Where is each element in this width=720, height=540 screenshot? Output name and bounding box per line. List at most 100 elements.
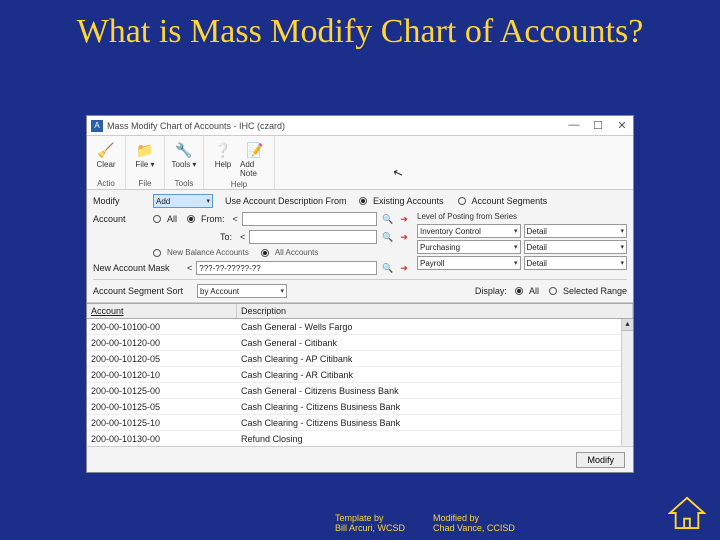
home-icon[interactable] — [668, 496, 706, 530]
modify-label: Modify — [93, 196, 149, 206]
radio-from[interactable] — [187, 215, 195, 223]
lookup-icon[interactable]: 🔍 — [381, 232, 395, 243]
modify-dropdown[interactable]: Add ▾ — [153, 194, 213, 208]
cell-account: 200-00-10125-05 — [87, 402, 237, 412]
titlebar[interactable]: A Mass Modify Chart of Accounts - IHC (c… — [87, 116, 633, 136]
table-row[interactable]: 200-00-10130-00Refund Closing — [87, 431, 633, 446]
add-note-button[interactable]: 📝 Add Note — [240, 138, 270, 180]
ribbon-btn-label: Help — [215, 160, 231, 169]
posting-level-0[interactable]: Detail▾ — [524, 224, 628, 238]
close-btn[interactable]: ✕ — [615, 119, 629, 132]
lookup-icon[interactable]: 🔍 — [381, 263, 395, 274]
from-label: From: — [201, 214, 225, 224]
table-row[interactable]: 200-00-10125-10Cash Clearing - Citizens … — [87, 415, 633, 431]
ribbon-btn-label: Clear — [96, 160, 115, 169]
table-row[interactable]: 200-00-10120-05Cash Clearing - AP Citiba… — [87, 351, 633, 367]
help-button[interactable]: ❔ Help — [208, 138, 238, 180]
radio-all[interactable] — [153, 215, 161, 223]
from-account-field[interactable] — [242, 212, 377, 226]
help-icon: ❔ — [213, 140, 233, 160]
arrow-right-icon[interactable]: ➜ — [397, 214, 411, 225]
clear-icon: 🧹 — [96, 140, 116, 160]
table-row[interactable]: 200-00-10120-10Cash Clearing - AR Citiba… — [87, 367, 633, 383]
lookup-icon[interactable]: 🔍 — [381, 214, 395, 225]
modify-button[interactable]: Modify — [576, 452, 625, 468]
display-label: Display: — [475, 286, 507, 296]
posting-title: Level of Posting from Series — [417, 212, 627, 221]
table-row[interactable]: 200-00-10125-05Cash Clearing - Citizens … — [87, 399, 633, 415]
posting-level-1[interactable]: Detail▾ — [524, 240, 628, 254]
accounts-table: Account Description 200-00-10100-00Cash … — [87, 303, 633, 446]
ribbon-btn-label: File ▾ — [135, 160, 154, 169]
cell-description: Cash Clearing - AP Citibank — [237, 354, 633, 364]
account-label: Account — [93, 214, 149, 224]
note-icon: 📝 — [245, 140, 265, 160]
mask-label: New Account Mask — [93, 263, 183, 273]
ribbon-group-label: Tools — [175, 179, 194, 188]
restrict-all-label: All Accounts — [275, 248, 319, 257]
sort-dropdown[interactable]: by Account▾ — [197, 284, 287, 298]
folder-icon: 📁 — [135, 140, 155, 160]
table-row[interactable]: 200-00-10100-00Cash General - Wells Farg… — [87, 319, 633, 335]
sort-value: by Account — [200, 287, 239, 296]
radio-existing[interactable] — [359, 197, 367, 205]
minimize-btn[interactable]: — — [567, 119, 581, 132]
cell-description: Cash General - Wells Fargo — [237, 322, 633, 332]
opt-segments-label: Account Segments — [472, 196, 548, 206]
use-desc-label: Use Account Description From — [225, 196, 355, 206]
opt-existing-label: Existing Accounts — [373, 196, 444, 206]
ribbon-group-label: Actio — [97, 179, 115, 188]
cell-account: 200-00-10100-00 — [87, 322, 237, 332]
modified-by-name: Chad Vance, CCISD — [433, 524, 515, 534]
table-row[interactable]: 200-00-10125-00Cash General - Citizens B… — [87, 383, 633, 399]
ribbon-group-label: Help — [231, 180, 247, 189]
mask-field[interactable]: ???-??-?????-?? — [196, 261, 377, 275]
radio-segments[interactable] — [458, 197, 466, 205]
window-title: Mass Modify Chart of Accounts - IHC (cza… — [107, 121, 567, 131]
table-row[interactable]: 200-00-10120-00Cash General - Citibank — [87, 335, 633, 351]
file-button[interactable]: 📁 File ▾ — [130, 138, 160, 171]
cell-description: Refund Closing — [237, 434, 633, 444]
app-icon: A — [91, 120, 103, 132]
posting-series-0[interactable]: Inventory Control▾ — [417, 224, 521, 238]
modify-value: Add — [156, 197, 170, 206]
display-all-label: All — [529, 286, 539, 296]
chevron-down-icon: ▾ — [206, 197, 210, 205]
sort-label: Account Segment Sort — [93, 286, 193, 296]
ribbon-btn-label: Add Note — [240, 160, 270, 178]
posting-series-1[interactable]: Purchasing▾ — [417, 240, 521, 254]
tools-button[interactable]: 🔧 Tools ▾ — [169, 138, 199, 171]
cell-description: Cash General - Citizens Business Bank — [237, 386, 633, 396]
radio-display-selected[interactable] — [549, 287, 557, 295]
col-description[interactable]: Description — [237, 304, 633, 318]
cell-account: 200-00-10130-00 — [87, 434, 237, 444]
to-label: To: — [220, 232, 232, 242]
cell-account: 200-00-10125-10 — [87, 418, 237, 428]
arrow-right-icon[interactable]: ➜ — [397, 232, 411, 243]
scroll-up-icon[interactable]: ▴ — [622, 319, 633, 331]
posting-level-2[interactable]: Detail▾ — [524, 256, 628, 270]
template-by-name: Bill Arcuri, WCSD — [335, 524, 405, 534]
cell-description: Cash General - Citibank — [237, 338, 633, 348]
scrollbar[interactable]: ▴ — [621, 319, 633, 446]
posting-panel: Level of Posting from Series Inventory C… — [417, 212, 627, 275]
slide-title: What is Mass Modify Chart of Accounts? — [0, 0, 720, 59]
posting-series-2[interactable]: Payroll▾ — [417, 256, 521, 270]
ribbon: 🧹 Clear Actio 📁 File ▾ File 🔧 Tools ▾ — [87, 136, 633, 190]
cell-account: 200-00-10120-05 — [87, 354, 237, 364]
cell-account: 200-00-10120-10 — [87, 370, 237, 380]
maximize-btn[interactable]: ☐ — [591, 119, 605, 132]
clear-button[interactable]: 🧹 Clear — [91, 138, 121, 171]
to-account-field[interactable] — [249, 230, 377, 244]
radio-restrict-all[interactable] — [261, 249, 269, 257]
form-area: Modify Add ▾ Use Account Description From… — [87, 190, 633, 303]
restrict-new-label: New Balance Accounts — [167, 248, 249, 257]
radio-display-all[interactable] — [515, 287, 523, 295]
cell-description: Cash Clearing - Citizens Business Bank — [237, 402, 633, 412]
col-account[interactable]: Account — [87, 304, 237, 318]
ribbon-group-label: File — [139, 179, 152, 188]
app-window: A Mass Modify Chart of Accounts - IHC (c… — [86, 115, 634, 473]
radio-restrict-new[interactable] — [153, 249, 161, 257]
arrow-right-icon[interactable]: ➜ — [397, 263, 411, 274]
footer-bar: Modify — [87, 446, 633, 472]
